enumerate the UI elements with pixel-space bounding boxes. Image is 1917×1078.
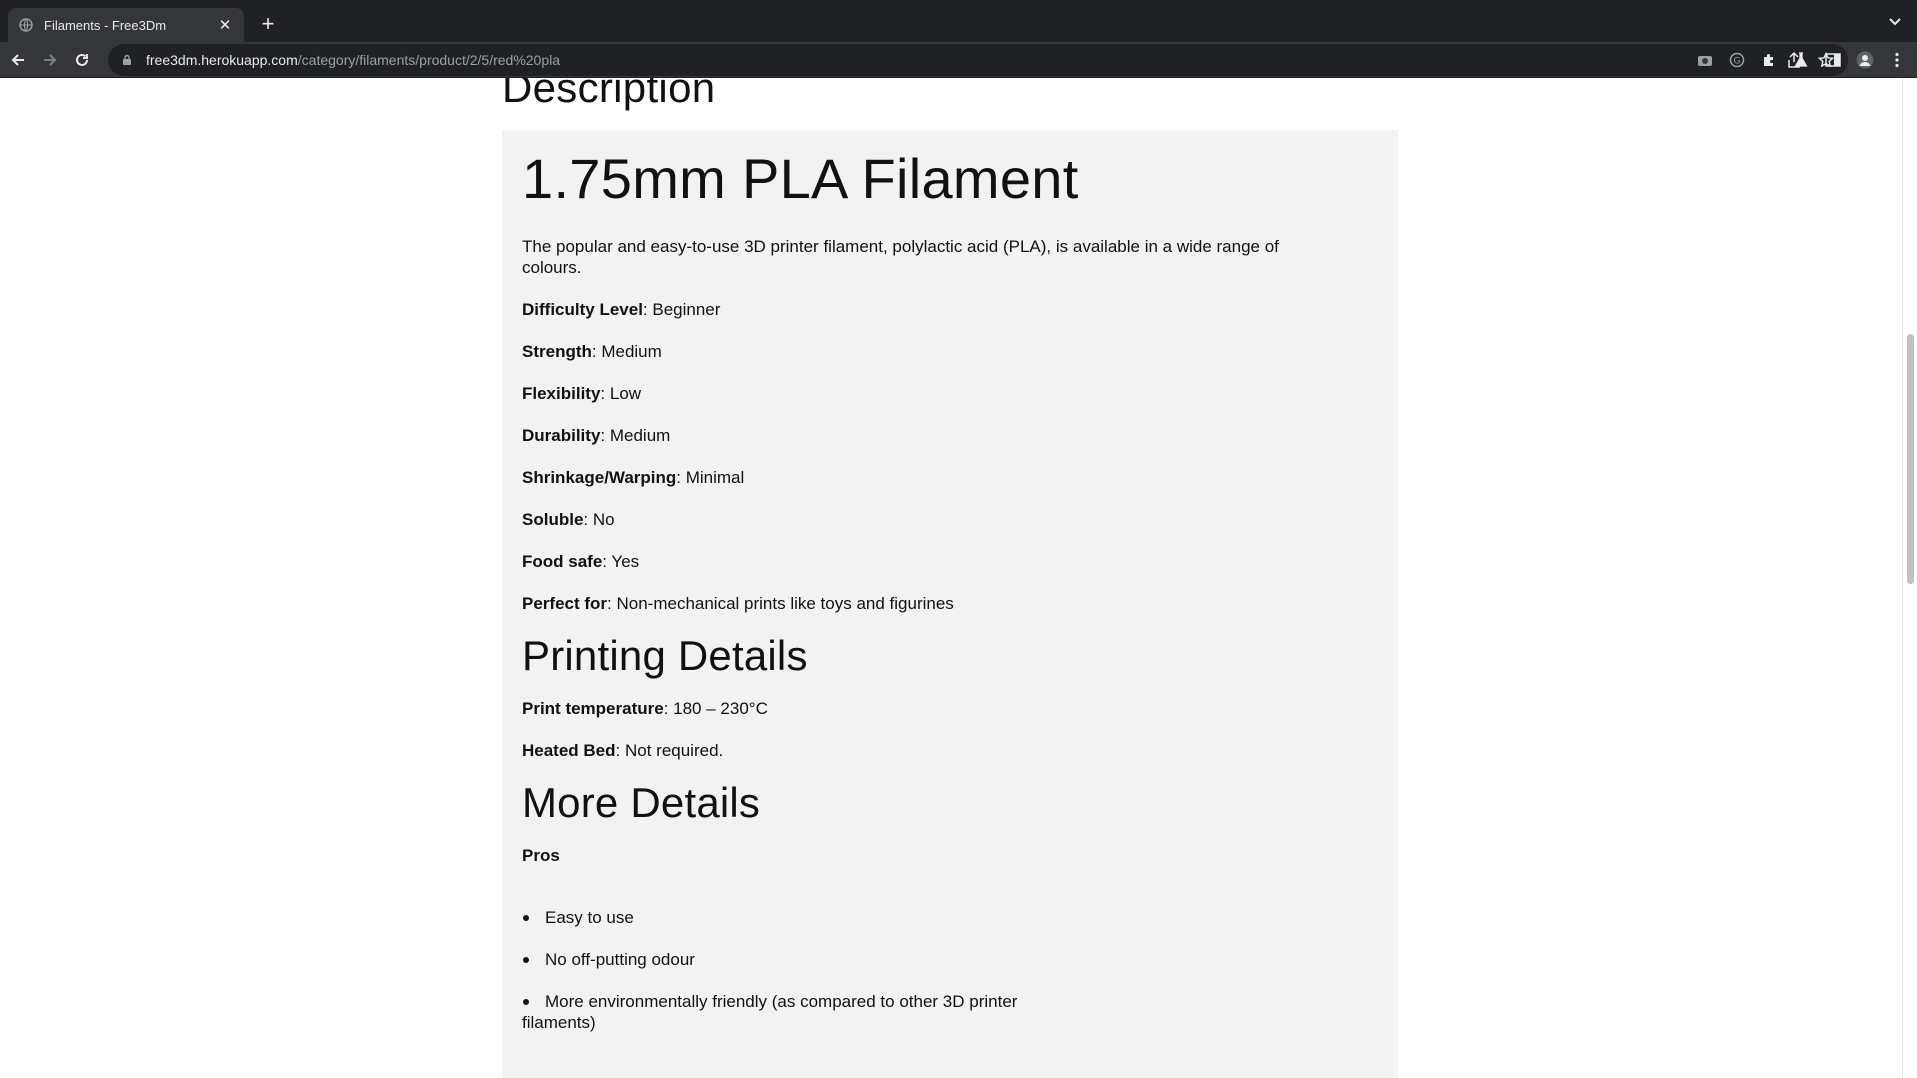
property-row: Durability: Medium [522,425,1378,446]
property-value: : No [583,509,615,529]
url-text[interactable]: free3dm.herokuapp.com/category/filaments… [146,52,560,68]
description-heading: Description [502,78,716,111]
printing-row: Heated Bed: Not required. [522,740,1378,761]
page-content: Description 1.75mm PLA Filament The popu… [0,78,1900,1078]
printing-value: : Not required. [615,740,724,760]
tab-title: Filaments - Free3Dm [44,17,167,33]
property-value: : Non-mechanical prints like toys and fi… [607,593,954,613]
scrollbar-thumb[interactable] [1907,334,1914,584]
property-value: : Medium [600,425,671,445]
extension-icon[interactable]: G [1727,50,1747,70]
back-arrow-icon[interactable] [8,50,28,70]
printing-label: Heated Bed [522,740,616,760]
menu-dots-icon[interactable] [1887,50,1907,70]
reload-icon[interactable] [72,50,92,70]
property-label: Food safe [522,551,603,571]
property-row: Soluble: No [522,509,1378,530]
property-label: Flexibility [522,383,601,403]
browser-tab[interactable]: Filaments - Free3Dm ✕ [8,8,244,42]
sidebar-icon[interactable] [1823,50,1843,70]
pros-list: Easy to use No off-putting odour More en… [522,907,1378,1033]
svg-text:G: G [1734,57,1741,67]
puzzle-icon[interactable] [1759,50,1779,70]
description-panel: 1.75mm PLA Filament The popular and easy… [502,130,1398,1078]
profile-icon[interactable] [1855,50,1875,70]
property-label: Shrinkage/Warping [522,467,677,487]
flask-icon[interactable] [1791,50,1811,70]
property-value: : Medium [591,341,662,361]
property-row: Difficulty Level: Beginner [522,299,1378,320]
property-value: : Minimal [676,467,745,487]
property-row: Shrinkage/Warping: Minimal [522,467,1378,488]
list-item: More environmentally friendly (as compar… [522,991,1082,1033]
page-scrollbar[interactable] [1902,78,1917,1078]
property-label: Perfect for [522,593,608,613]
property-row: Perfect for: Non-mechanical prints like … [522,593,1378,614]
property-row: Flexibility: Low [522,383,1378,404]
list-item: No off-putting odour [522,949,1082,970]
property-row: Strength: Medium [522,341,1378,362]
globe-icon [18,17,34,33]
printing-row: Print temperature: 180 – 230°C [522,698,1378,719]
product-title: 1.75mm PLA Filament [522,147,1079,210]
close-icon[interactable]: ✕ [216,16,234,34]
printing-value: : 180 – 230°C [663,698,768,718]
lock-icon[interactable] [120,53,134,67]
url-host: free3dm.herokuapp.com [146,52,298,68]
property-label: Durability [522,425,601,445]
browser-toolbar: free3dm.herokuapp.com/category/filaments… [0,42,1917,78]
property-row: Food safe: Yes [522,551,1378,572]
property-value: : Low [600,383,642,403]
product-intro: The popular and easy-to-use 3D printer f… [522,236,1279,277]
tab-strip: Filaments - Free3Dm ✕ + [0,0,1917,42]
property-label: Difficulty Level [522,299,643,319]
pros-label: Pros [522,846,560,866]
list-item: Easy to use [522,907,1082,928]
chevron-down-icon[interactable] [1887,14,1903,30]
camera-icon[interactable] [1695,50,1715,70]
more-details-heading: More Details [522,778,761,826]
url-path: /category/filaments/product/2/5/red%20pl… [297,52,561,68]
property-label: Strength [522,341,592,361]
address-bar[interactable]: free3dm.herokuapp.com/category/filaments… [108,44,1848,76]
property-label: Soluble [522,509,584,529]
printing-label: Print temperature [522,698,664,718]
property-value: : Yes [602,551,640,571]
forward-arrow-icon[interactable] [40,50,60,70]
printing-details-heading: Printing Details [522,631,808,679]
plus-icon[interactable]: + [256,11,280,36]
property-value: : Beginner [642,299,721,319]
page-viewport: Description 1.75mm PLA Filament The popu… [0,78,1917,1078]
